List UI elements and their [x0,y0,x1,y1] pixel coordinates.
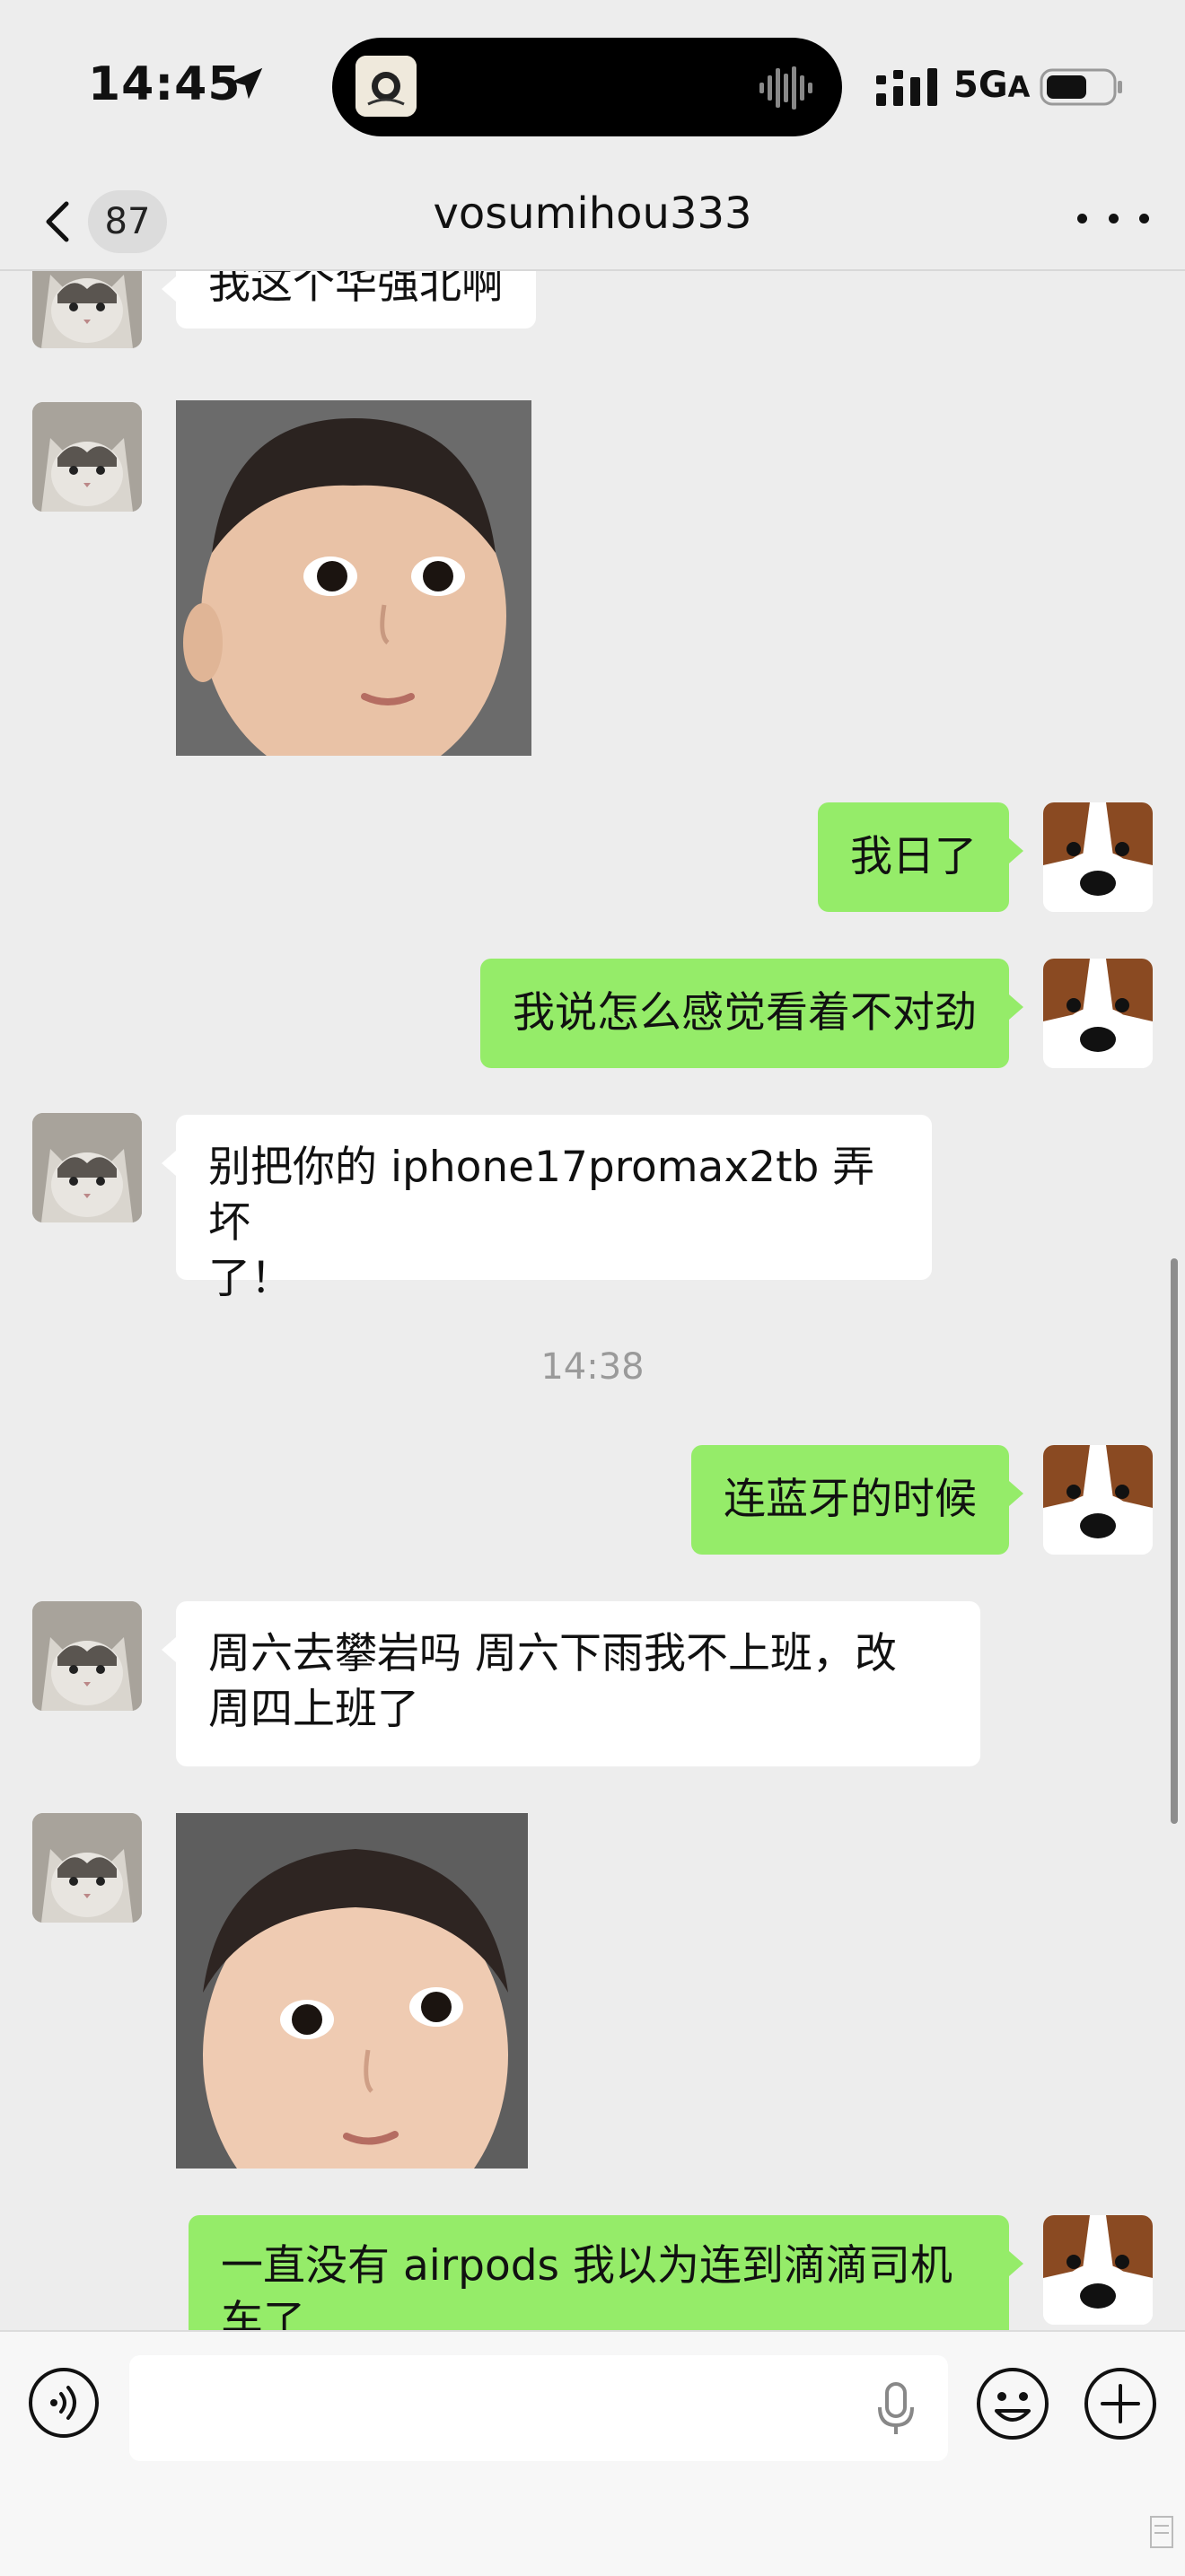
more-dots-icon [1077,213,1087,223]
message-bubble-outgoing[interactable]: 我说怎么感觉看着不对劲 [480,959,1023,1068]
status-bar: 14:45 5GA [0,0,1185,171]
chat-title: vosumihou333 [433,188,752,239]
message-bubble-outgoing[interactable]: 一直没有 airpods 我以为连到滴滴司机 车了 [189,2215,1023,2330]
dog-avatar[interactable] [1043,802,1153,912]
message-row: 我这个华强北啊 [0,271,1185,364]
battery-icon [1040,68,1122,106]
message-row: 我日了 [0,802,1185,919]
dog-avatar[interactable] [1043,1445,1153,1555]
message-bubble-incoming[interactable]: 周六去攀岩吗 周六下雨我不上班，改 周四上班了 [162,1601,980,1766]
cat-avatar[interactable] [32,271,142,348]
message-row: 别把你的 iphone17promax2tb 弄坏 了！ [0,1113,1185,1303]
network-type: 5GA [953,65,1031,106]
audio-waveform-icon [759,66,812,110]
message-list[interactable]: 我这个华强北啊 我日了 我说怎么感觉看着不对劲 别把你的 iphone17pro… [0,271,1185,2330]
message-bubble-incoming[interactable]: 别把你的 iphone17promax2tb 弄坏 了！ [162,1115,932,1303]
baby-face-sticker[interactable] [176,400,531,756]
message-row [0,1813,1185,2172]
message-row: 一直没有 airpods 我以为连到滴滴司机 车了 [0,2215,1185,2330]
message-timestamp: 14:38 [540,1346,645,1388]
message-bubble-outgoing[interactable]: 我日了 [818,802,1023,912]
emoji-icon[interactable] [975,2366,1050,2441]
message-row: 我说怎么感觉看着不对劲 [0,957,1185,1073]
microphone-icon[interactable] [876,2382,916,2436]
message-bubble-outgoing[interactable]: 连蓝牙的时候 [691,1445,1023,1555]
message-bubble-incoming[interactable]: 我这个华强北啊 [162,271,536,329]
message-input[interactable] [129,2355,948,2461]
plus-icon[interactable] [1083,2366,1158,2441]
voice-icon[interactable] [27,2366,101,2440]
chat-header: 87 vosumihou333 [0,171,1185,271]
now-playing-artwork [356,56,417,117]
message-row [0,399,1185,758]
cat-avatar[interactable] [32,1113,142,1222]
dog-avatar[interactable] [1043,959,1153,1068]
message-row: 周六去攀岩吗 周六下雨我不上班，改 周四上班了 [0,1599,1185,1770]
message-row: 连蓝牙的时候 [0,1443,1185,1560]
dynamic-island[interactable] [332,38,842,136]
more-options-button[interactable] [1077,196,1149,241]
baby-face-sticker[interactable] [176,1813,528,2169]
cat-avatar[interactable] [32,402,142,512]
signal-icon [876,68,937,106]
cat-avatar[interactable] [32,1601,142,1711]
watermark-icon [1150,2516,1173,2548]
location-arrow-icon [231,67,263,100]
message-input-bar [0,2330,1185,2576]
status-time: 14:45 [88,57,241,111]
scroll-indicator[interactable] [1171,1258,1178,1824]
cat-avatar[interactable] [32,1813,142,1923]
dog-avatar[interactable] [1043,2215,1153,2325]
